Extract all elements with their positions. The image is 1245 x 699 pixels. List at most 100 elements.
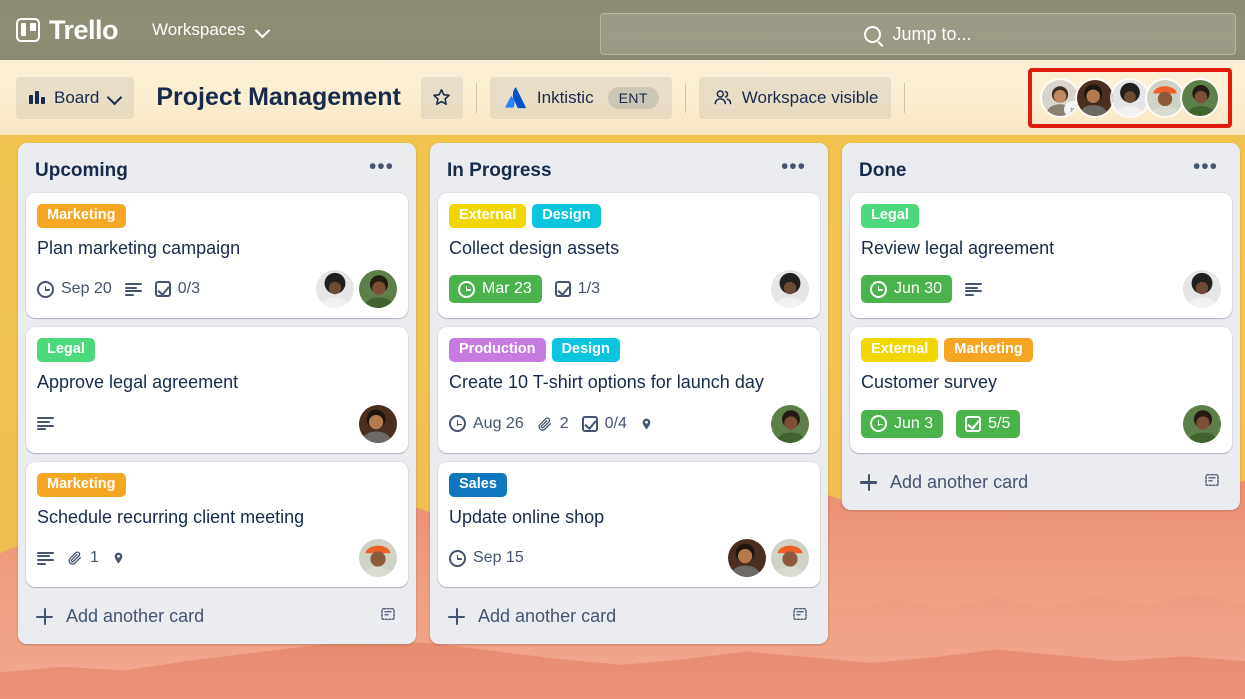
board-card[interactable]: Marketing Plan marketing campaign Sep 20 0/… [26,193,408,319]
board-card[interactable]: External Design Collect design assets Mar 2… [438,193,820,319]
card-label[interactable]: Marketing [944,338,1033,363]
description-badge [124,282,142,296]
add-another-card-button[interactable]: Add another card [438,593,820,640]
checklist-count: 1/3 [577,280,601,298]
card-template-button[interactable] [378,605,398,628]
avatar[interactable] [1110,78,1150,118]
list-menu-button[interactable]: ••• [363,156,400,182]
card-label[interactable]: Legal [37,338,95,363]
location-icon [642,418,651,430]
board-card[interactable]: Marketing Schedule recurring client meeti… [26,461,408,588]
board-header-bar: Board Project Management Inktistic ENT W… [0,60,1245,135]
due-date-badge[interactable]: Jun 30 [861,275,953,304]
board-list: Done ••• Legal Review legal agreement Jun 30… [842,143,1240,510]
card-title: Review legal agreement [861,237,1055,258]
board-card[interactable]: External Marketing Customer survey Jun 3 5/5 [850,327,1232,453]
card-label[interactable]: Marketing [37,472,126,497]
card-badges [37,404,397,443]
avatar[interactable] [1183,404,1221,443]
avatar[interactable] [1183,270,1221,309]
card-label[interactable]: External [861,338,939,363]
search-placeholder-text: Jump to... [892,23,972,44]
star-board-button[interactable] [420,76,463,119]
board-members-list: » [1040,78,1220,118]
card-label[interactable]: Legal [861,204,919,228]
workspace-name: Inktistic [536,87,594,107]
card-labels: Legal [37,338,397,363]
avatar[interactable] [1180,78,1220,118]
card-badges: 1 [37,539,397,578]
add-card-label-group: Add another card [448,606,616,627]
avatar[interactable] [771,270,809,309]
avatar[interactable] [359,270,397,309]
member-photo [771,539,809,578]
due-date-text: Sep 20 [61,280,112,298]
board-card[interactable]: Production Design Create 10 T-shirt option… [438,327,820,453]
card-labels: Marketing [37,204,397,228]
add-another-card-button[interactable]: Add another card [26,593,408,640]
location-badge [112,549,125,567]
card-template-icon [381,608,395,621]
due-date-badge[interactable]: Mar 23 [449,275,542,304]
card-label[interactable]: Sales [449,472,507,497]
card-template-button[interactable] [790,605,810,628]
board-visibility-button[interactable]: Workspace visible [698,76,892,119]
member-photo [771,404,809,443]
checklist-icon [581,415,598,432]
avatar[interactable] [771,539,809,578]
list-menu-button[interactable]: ••• [775,156,812,182]
clock-icon [449,415,466,433]
board-view-icon [29,91,45,104]
card-title: Update online shop [449,506,605,527]
member-photo [359,539,397,578]
avatar[interactable]: » [1040,78,1080,118]
checklist-icon [965,415,982,432]
checklist-badge: 5/5 [956,409,1021,438]
card-label[interactable]: Production [449,338,546,363]
card-badges: Jun 3 5/5 [861,404,1221,443]
card-members [359,539,397,578]
list-title[interactable]: Done [859,160,907,182]
due-date-badge[interactable]: Sep 15 [449,549,524,567]
add-card-label: Add another card [66,606,205,627]
card-title: Schedule recurring client meeting [37,506,305,527]
card-label[interactable]: Design [532,204,601,228]
member-photo [359,404,397,443]
avatar[interactable] [1075,78,1115,118]
list-title[interactable]: Upcoming [35,160,128,182]
avatar[interactable] [1145,78,1185,118]
avatar[interactable] [316,270,354,309]
card-template-button[interactable] [1202,471,1222,494]
card-title: Collect design assets [449,237,620,258]
due-date-badge[interactable]: Jun 3 [861,409,944,438]
card-label[interactable]: Marketing [37,204,126,228]
add-another-card-button[interactable]: Add another card [850,459,1232,506]
due-date-badge[interactable]: Sep 20 [37,280,112,298]
board-card[interactable]: Sales Update online shop Sep 15 [438,461,820,588]
avatar[interactable] [771,404,809,443]
list-title[interactable]: In Progress [447,160,552,182]
workspace-button[interactable]: Inktistic ENT [489,76,672,119]
avatar[interactable] [359,539,397,578]
card-label[interactable]: External [449,204,527,228]
due-date-text: Sep 15 [473,549,524,567]
card-members [359,404,397,443]
clock-icon [37,280,54,298]
location-icon [114,552,123,564]
avatar[interactable] [359,404,397,443]
board-card[interactable]: Legal Review legal agreement Jun 30 [850,193,1232,319]
plus-icon [448,608,465,626]
board-view-switcher[interactable]: Board [16,76,135,119]
trello-logo[interactable]: Trello [16,16,119,44]
avatar[interactable] [728,539,766,578]
card-labels: Production Design [449,338,809,363]
search-input[interactable]: Jump to... [600,13,1236,55]
card-labels: Sales [449,472,809,497]
list-menu-button[interactable]: ••• [1187,156,1224,182]
due-date-badge[interactable]: Aug 26 [449,415,524,433]
card-label[interactable]: Design [551,338,620,363]
workspaces-menu-button[interactable]: Workspaces [142,13,279,47]
list-header: In Progress ••• [438,151,820,193]
description-badge [37,417,54,431]
board-card[interactable]: Legal Approve legal agreement [26,327,408,453]
